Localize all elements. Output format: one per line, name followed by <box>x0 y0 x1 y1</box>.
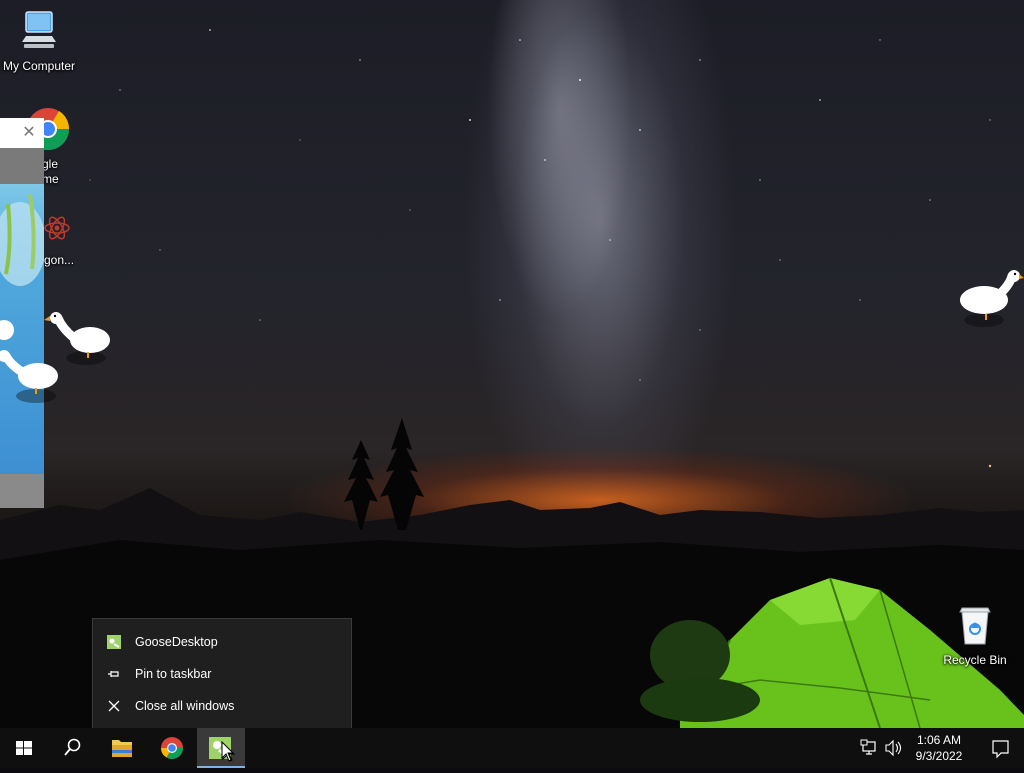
action-center-button[interactable] <box>977 728 1024 768</box>
network-icon <box>860 739 876 755</box>
taskbar-chrome[interactable] <box>148 728 196 768</box>
pin-icon <box>108 671 119 677</box>
window-image <box>0 193 46 340</box>
computer-icon <box>22 11 56 48</box>
jumplist-item-label: Close all windows <box>135 699 235 713</box>
goose-app-icon <box>107 635 121 649</box>
desktop-icon-recycle-bin[interactable]: Recycle Bin <box>940 602 1010 668</box>
search-icon <box>64 738 81 756</box>
taskbar-file-explorer[interactable] <box>98 728 146 768</box>
jumplist-item-close-all-windows[interactable]: Close all windows <box>93 691 351 721</box>
goose-sprite[interactable] <box>0 346 64 406</box>
volume-icon <box>885 739 902 757</box>
notification-icon <box>992 740 1009 759</box>
goose-sprite[interactable] <box>954 266 1024 330</box>
clock-time: 1:06 AM <box>916 733 962 747</box>
taskbar: 1:06 AM 9/3/2022 <box>0 728 1024 768</box>
partial-app-window[interactable]: ✕ <box>0 118 46 508</box>
jumplist-item-goose-desktop[interactable]: GooseDesktop <box>93 627 351 657</box>
close-icon <box>108 700 120 712</box>
jumplist-item-label: GooseDesktop <box>135 635 218 649</box>
close-icon[interactable]: ✕ <box>18 122 40 144</box>
window-toolbar <box>0 148 44 184</box>
desktop-icon-label: Recycle Bin <box>943 653 1007 667</box>
window-footer <box>0 474 44 508</box>
jumplist-item-label: Pin to taskbar <box>135 667 212 681</box>
window-content <box>0 184 46 474</box>
desktop-icon-label: My Computer <box>2 59 76 73</box>
search-button[interactable] <box>48 728 96 768</box>
chrome-icon <box>161 737 183 759</box>
mouse-cursor <box>221 741 235 762</box>
clock-date: 9/3/2022 <box>915 749 963 763</box>
taskbar-jump-list: GooseDesktop Pin to taskbar Close all wi… <box>92 618 352 730</box>
jumplist-item-pin-to-taskbar[interactable]: Pin to taskbar <box>93 659 351 689</box>
windows-logo-icon <box>16 741 32 755</box>
network-tray-button[interactable] <box>858 728 882 768</box>
recycle-bin-icon <box>959 607 991 645</box>
window-titlebar[interactable]: ✕ <box>0 118 44 148</box>
system-clock[interactable]: 1:06 AM 9/3/2022 <box>905 728 973 768</box>
start-button[interactable] <box>0 728 48 768</box>
desktop-icon-my-computer[interactable]: My Computer <box>0 8 78 74</box>
folder-icon <box>112 740 132 757</box>
volume-tray-button[interactable] <box>882 728 904 768</box>
